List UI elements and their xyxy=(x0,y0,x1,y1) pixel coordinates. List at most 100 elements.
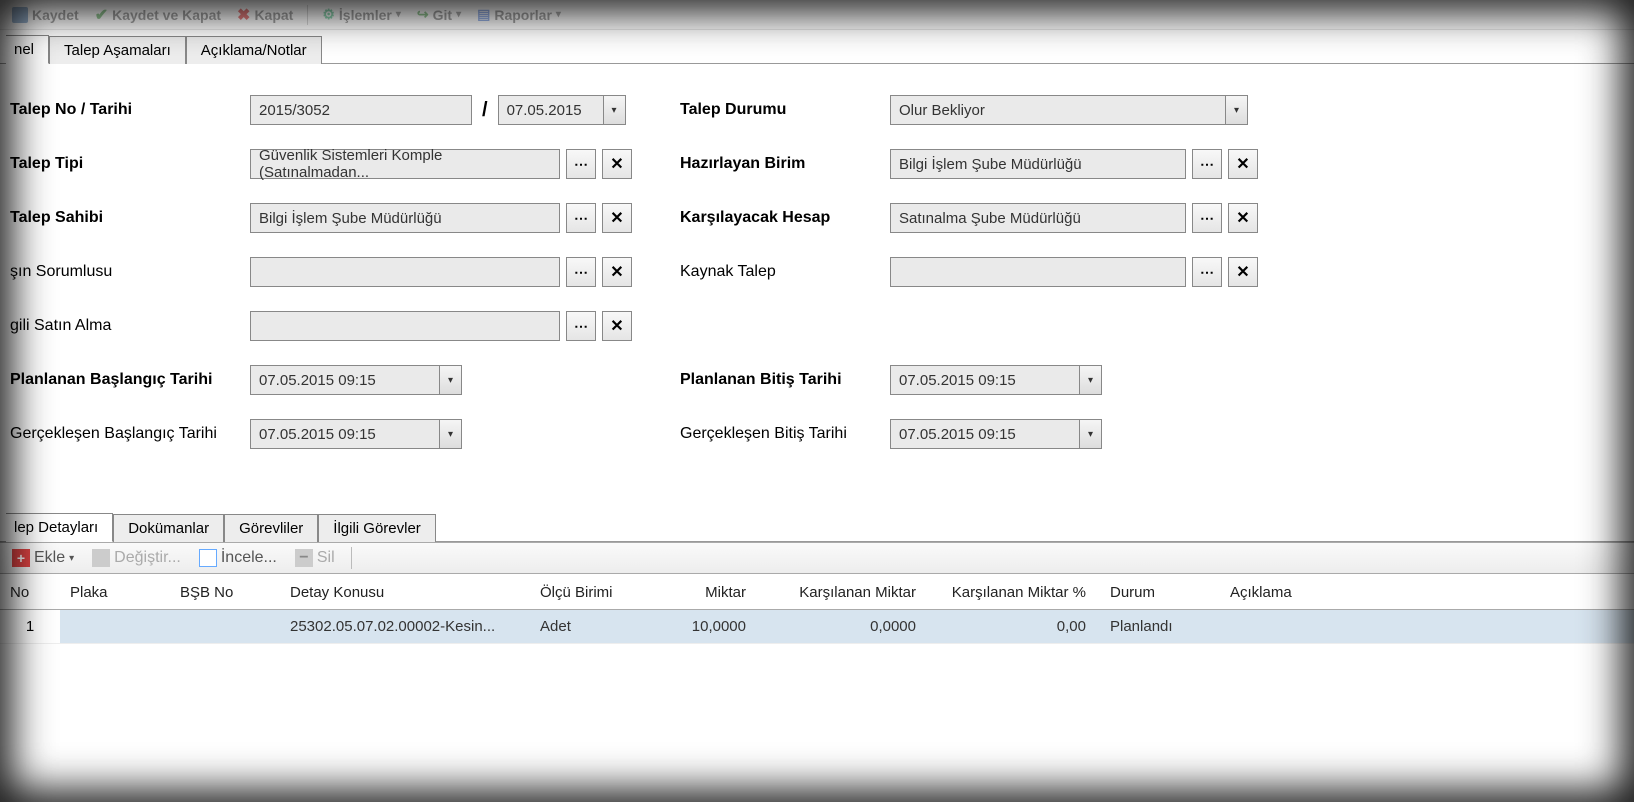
main-tabs: nel Talep Aşamaları Açıklama/Notlar xyxy=(0,34,1634,64)
plan-bitis-input[interactable]: 07.05.2015 09:15 xyxy=(890,365,1080,395)
gercek-baslangic-dropdown[interactable] xyxy=(440,419,462,449)
karsilayacak-hesap-lookup[interactable]: ⋯ xyxy=(1192,203,1222,233)
plan-baslangic-input[interactable]: 07.05.2015 09:15 xyxy=(250,365,440,395)
tab-docs[interactable]: Dokümanlar xyxy=(113,514,224,542)
cell-durum: Planlandı xyxy=(1100,610,1220,644)
label-gercek-bitis: Gerçekleşen Bitiş Tarihi xyxy=(680,425,890,443)
kaynak-talep-clear[interactable]: ✕ xyxy=(1228,257,1258,287)
col-kars-miktar[interactable]: Karşılanan Miktar xyxy=(760,576,930,610)
tab-assignees[interactable]: Görevliler xyxy=(224,514,318,542)
talep-tipi-input[interactable]: Güvenlik Sistemleri Komple (Satınalmadan… xyxy=(250,149,560,179)
isin-sorumlusu-clear[interactable]: ✕ xyxy=(602,257,632,287)
col-aciklama[interactable]: Açıklama xyxy=(1220,576,1634,610)
close-icon: ✖ xyxy=(237,5,250,25)
go-menu[interactable]: ↪Git xyxy=(411,6,467,23)
kaynak-talep-input[interactable] xyxy=(890,257,1186,287)
check-icon: ✔ xyxy=(95,5,108,25)
report-icon: ▤ xyxy=(477,6,490,23)
edit-icon xyxy=(92,549,110,567)
inspect-button[interactable]: İncele... xyxy=(193,547,283,569)
ilgili-satin-alma-clear[interactable]: ✕ xyxy=(602,311,632,341)
label-kaynak-talep: Kaynak Talep xyxy=(680,263,890,281)
col-durum[interactable]: Durum xyxy=(1100,576,1220,610)
tab-general[interactable]: nel xyxy=(6,35,49,64)
gercek-bitis-input[interactable]: 07.05.2015 09:15 xyxy=(890,419,1080,449)
label-ilgili-satin-alma: gili Satın Alma xyxy=(10,317,250,335)
isin-sorumlusu-input[interactable] xyxy=(250,257,560,287)
talep-no-input[interactable]: 2015/3052 xyxy=(250,95,472,125)
delete-button[interactable]: − Sil xyxy=(289,547,341,569)
label-gercek-baslangic: Gerçekleşen Başlangıç Tarihi xyxy=(10,425,250,443)
save-close-button[interactable]: ✔Kaydet ve Kapat xyxy=(89,5,227,25)
gear-icon: ⚙ xyxy=(322,6,335,23)
talep-tarihi-dropdown[interactable] xyxy=(604,95,626,125)
hazirlayan-birim-lookup[interactable]: ⋯ xyxy=(1192,149,1222,179)
col-no[interactable]: No xyxy=(0,576,60,610)
label-plan-bitis: Planlanan Bitiş Tarihi xyxy=(680,371,890,389)
arrow-icon: ↪ xyxy=(417,6,429,23)
main-toolbar: Kaydet ✔Kaydet ve Kapat ✖Kapat ⚙İşlemler… xyxy=(0,0,1634,30)
kaynak-talep-lookup[interactable]: ⋯ xyxy=(1192,257,1222,287)
save-icon xyxy=(12,7,28,23)
karsilayacak-hesap-clear[interactable]: ✕ xyxy=(1228,203,1258,233)
label-talep-durumu: Talep Durumu xyxy=(680,101,890,119)
ilgili-satin-alma-input[interactable] xyxy=(250,311,560,341)
tab-related-tasks[interactable]: İlgili Görevler xyxy=(318,514,436,542)
detail-toolbar: + Ekle ▾ Değiştir... İncele... − Sil xyxy=(0,542,1634,574)
isin-sorumlusu-lookup[interactable]: ⋯ xyxy=(566,257,596,287)
inspect-icon xyxy=(199,549,217,567)
karsilayacak-hesap-input[interactable]: Satınalma Şube Müdürlüğü xyxy=(890,203,1186,233)
talep-durumu-input[interactable]: Olur Bekliyor xyxy=(890,95,1226,125)
close-button[interactable]: ✖Kapat xyxy=(231,5,299,25)
label-talep-tipi: Talep Tipi xyxy=(10,155,250,173)
plan-baslangic-dropdown[interactable] xyxy=(440,365,462,395)
label-plan-baslangic: Planlanan Başlangıç Tarihi xyxy=(10,371,250,389)
gercek-bitis-dropdown[interactable] xyxy=(1080,419,1102,449)
label-karsilayacak-hesap: Karşılayacak Hesap xyxy=(680,209,890,227)
minus-icon: − xyxy=(295,549,313,567)
talep-tarihi-input[interactable]: 07.05.2015 xyxy=(498,95,604,125)
talep-sahibi-clear[interactable]: ✕ xyxy=(602,203,632,233)
col-olcu[interactable]: Ölçü Birimi xyxy=(530,576,640,610)
ops-menu[interactable]: ⚙İşlemler xyxy=(316,6,407,23)
talep-sahibi-lookup[interactable]: ⋯ xyxy=(566,203,596,233)
slash: / xyxy=(478,99,492,122)
hazirlayan-birim-clear[interactable]: ✕ xyxy=(1228,149,1258,179)
hazirlayan-birim-input[interactable]: Bilgi İşlem Şube Müdürlüğü xyxy=(890,149,1186,179)
grid-header-row: No Plaka BŞB No Detay Konusu Ölçü Birimi… xyxy=(0,576,1634,610)
save-button[interactable]: Kaydet xyxy=(6,7,85,23)
form-area: Talep No / Tarihi 2015/3052 / 07.05.2015… xyxy=(0,64,1634,482)
tab-stages[interactable]: Talep Aşamaları xyxy=(49,36,186,64)
tab-notes[interactable]: Açıklama/Notlar xyxy=(186,36,322,64)
cell-aciklama xyxy=(1220,610,1634,644)
talep-tipi-lookup[interactable]: ⋯ xyxy=(566,149,596,179)
label-talep-no: Talep No / Tarihi xyxy=(10,101,250,119)
cell-plaka xyxy=(60,610,170,644)
col-bsb[interactable]: BŞB No xyxy=(170,576,280,610)
tab-details[interactable]: lep Detayları xyxy=(6,513,113,542)
add-button[interactable]: + Ekle ▾ xyxy=(6,547,80,569)
cell-kars-miktar: 0,0000 xyxy=(760,610,930,644)
ilgili-satin-alma-lookup[interactable]: ⋯ xyxy=(566,311,596,341)
reports-menu[interactable]: ▤Raporlar xyxy=(471,6,567,23)
detail-grid: No Plaka BŞB No Detay Konusu Ölçü Birimi… xyxy=(0,576,1634,644)
talep-tipi-clear[interactable]: ✕ xyxy=(602,149,632,179)
plus-icon: + xyxy=(12,549,30,567)
label-isin-sorumlusu: şın Sorumlusu xyxy=(10,263,250,281)
cell-kars-oran: 0,00 xyxy=(930,610,1100,644)
gercek-baslangic-input[interactable]: 07.05.2015 09:15 xyxy=(250,419,440,449)
label-hazirlayan-birim: Hazırlayan Birim xyxy=(680,155,890,173)
talep-durumu-dropdown[interactable] xyxy=(1226,95,1248,125)
col-kars-oran[interactable]: Karşılanan Miktar % xyxy=(930,576,1100,610)
plan-bitis-dropdown[interactable] xyxy=(1080,365,1102,395)
cell-no: 1 xyxy=(0,610,60,644)
talep-sahibi-input[interactable]: Bilgi İşlem Şube Müdürlüğü xyxy=(250,203,560,233)
table-row[interactable]: 1 25302.05.07.02.00002-Kesin... Adet 10,… xyxy=(0,610,1634,644)
detail-section: lep Detayları Dokümanlar Görevliler İlgi… xyxy=(0,512,1634,644)
col-miktar[interactable]: Miktar xyxy=(640,576,760,610)
col-konu[interactable]: Detay Konusu xyxy=(280,576,530,610)
cell-konu: 25302.05.07.02.00002-Kesin... xyxy=(280,610,530,644)
edit-button[interactable]: Değiştir... xyxy=(86,547,187,569)
col-plaka[interactable]: Plaka xyxy=(60,576,170,610)
cell-miktar: 10,0000 xyxy=(640,610,760,644)
